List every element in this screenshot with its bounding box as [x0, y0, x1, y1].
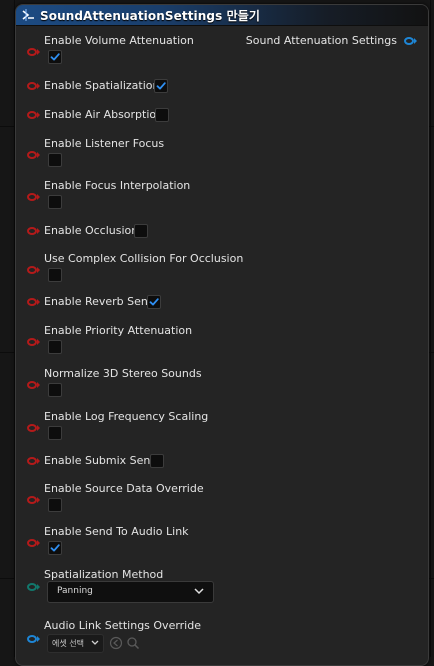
chevron-down-icon	[91, 640, 99, 645]
normalize-3d-stereo-sounds-checkbox[interactable]	[48, 383, 62, 397]
enable-volume-attenuation-label: Enable Volume Attenuation	[44, 34, 194, 47]
output-pin-label: Sound Attenuation Settings	[245, 34, 397, 47]
output-struct-pin[interactable]	[404, 37, 414, 45]
audio-link-settings-override-pin[interactable]	[27, 635, 37, 643]
enable-focus-interpolation-label: Enable Focus Interpolation	[44, 179, 191, 192]
pin-arrow-icon	[37, 584, 40, 590]
node-title: SoundAttenuationSettings 만들기	[40, 8, 261, 23]
enable-volume-attenuation-checkbox[interactable]	[48, 50, 62, 64]
function-icon	[22, 8, 36, 22]
pin-arrow-icon	[37, 152, 40, 158]
enable-reverb-send-checkbox[interactable]	[147, 295, 161, 309]
enable-air-absorption-label: Enable Air Absorption	[44, 108, 164, 121]
pin-arrow-icon	[37, 49, 40, 55]
enable-source-data-override-checkbox[interactable]	[48, 498, 62, 512]
use-complex-collision-for-occlusion-label: Use Complex Collision For Occlusion	[44, 252, 244, 265]
enable-spatialization-checkbox[interactable]	[154, 79, 168, 93]
pin-arrow-icon	[37, 339, 40, 345]
enable-spatialization-pin[interactable]	[27, 82, 37, 90]
use-selected-asset-icon[interactable]	[109, 636, 123, 650]
enable-listener-focus-pin[interactable]	[27, 151, 37, 159]
normalize-3d-stereo-sounds-pin[interactable]	[27, 381, 37, 389]
enable-source-data-override-pin[interactable]	[27, 496, 37, 504]
enable-occlusion-label: Enable Occlusion	[44, 224, 139, 237]
enable-spatialization-label: Enable Spatialization	[44, 79, 160, 92]
spatialization-method-value: Panning	[57, 586, 93, 596]
output-pin-arrow-icon	[414, 38, 417, 44]
pin-arrow-icon	[37, 228, 40, 234]
enable-send-to-audio-link-label: Enable Send To Audio Link	[44, 525, 189, 538]
pin-arrow-icon	[37, 540, 40, 546]
pin-arrow-icon	[37, 267, 40, 273]
create-sound-attenuation-settings-node[interactable]: SoundAttenuationSettings 만들기 Sound Atten…	[15, 4, 429, 666]
enable-occlusion-pin[interactable]	[27, 227, 37, 235]
normalize-3d-stereo-sounds-label: Normalize 3D Stereo Sounds	[44, 367, 202, 380]
pin-arrow-icon	[37, 636, 40, 642]
enable-reverb-send-label: Enable Reverb Send	[44, 295, 155, 308]
enable-air-absorption-checkbox[interactable]	[155, 108, 169, 122]
enable-focus-interpolation-checkbox[interactable]	[48, 195, 62, 209]
enable-reverb-send-pin[interactable]	[27, 298, 37, 306]
enable-submix-send-checkbox[interactable]	[150, 454, 164, 468]
pin-arrow-icon	[37, 194, 40, 200]
chevron-down-icon	[194, 588, 204, 595]
enable-occlusion-checkbox[interactable]	[134, 224, 148, 238]
node-header[interactable]: SoundAttenuationSettings 만들기	[16, 5, 428, 26]
enable-listener-focus-checkbox[interactable]	[48, 153, 62, 167]
pin-arrow-icon	[37, 425, 40, 431]
audio-link-settings-override-label: Audio Link Settings Override	[44, 619, 201, 632]
enable-volume-attenuation-pin[interactable]	[27, 48, 37, 56]
spatialization-method-pin[interactable]	[27, 583, 37, 591]
enable-log-frequency-scaling-label: Enable Log Frequency Scaling	[44, 410, 209, 423]
enable-log-frequency-scaling-checkbox[interactable]	[48, 426, 62, 440]
asset-picker-value: 에셋 선택	[52, 639, 84, 648]
pin-arrow-icon	[37, 299, 40, 305]
spatialization-method-label: Spatialization Method	[44, 568, 164, 581]
enable-submix-send-pin[interactable]	[27, 457, 37, 465]
enable-send-to-audio-link-checkbox[interactable]	[48, 541, 62, 555]
enable-priority-attenuation-pin[interactable]	[27, 338, 37, 346]
spatialization-method-dropdown[interactable]: Panning	[47, 581, 214, 603]
pin-arrow-icon	[37, 497, 40, 503]
pin-arrow-icon	[37, 83, 40, 89]
enable-priority-attenuation-checkbox[interactable]	[48, 340, 62, 354]
enable-source-data-override-label: Enable Source Data Override	[44, 482, 204, 495]
pin-arrow-icon	[37, 458, 40, 464]
pin-arrow-icon	[37, 382, 40, 388]
browse-asset-search-icon[interactable]	[126, 636, 140, 650]
pin-arrow-icon	[37, 112, 40, 118]
enable-send-to-audio-link-pin[interactable]	[27, 539, 37, 547]
enable-priority-attenuation-label: Enable Priority Attenuation	[44, 324, 193, 337]
enable-log-frequency-scaling-pin[interactable]	[27, 424, 37, 432]
use-complex-collision-for-occlusion-checkbox[interactable]	[48, 268, 62, 282]
asset-picker-dropdown[interactable]: 에셋 선택	[47, 634, 104, 653]
use-complex-collision-for-occlusion-pin[interactable]	[27, 266, 37, 274]
enable-focus-interpolation-pin[interactable]	[27, 193, 37, 201]
enable-listener-focus-label: Enable Listener Focus	[44, 137, 165, 150]
enable-submix-send-label: Enable Submix Send	[44, 454, 158, 467]
enable-air-absorption-pin[interactable]	[27, 111, 37, 119]
